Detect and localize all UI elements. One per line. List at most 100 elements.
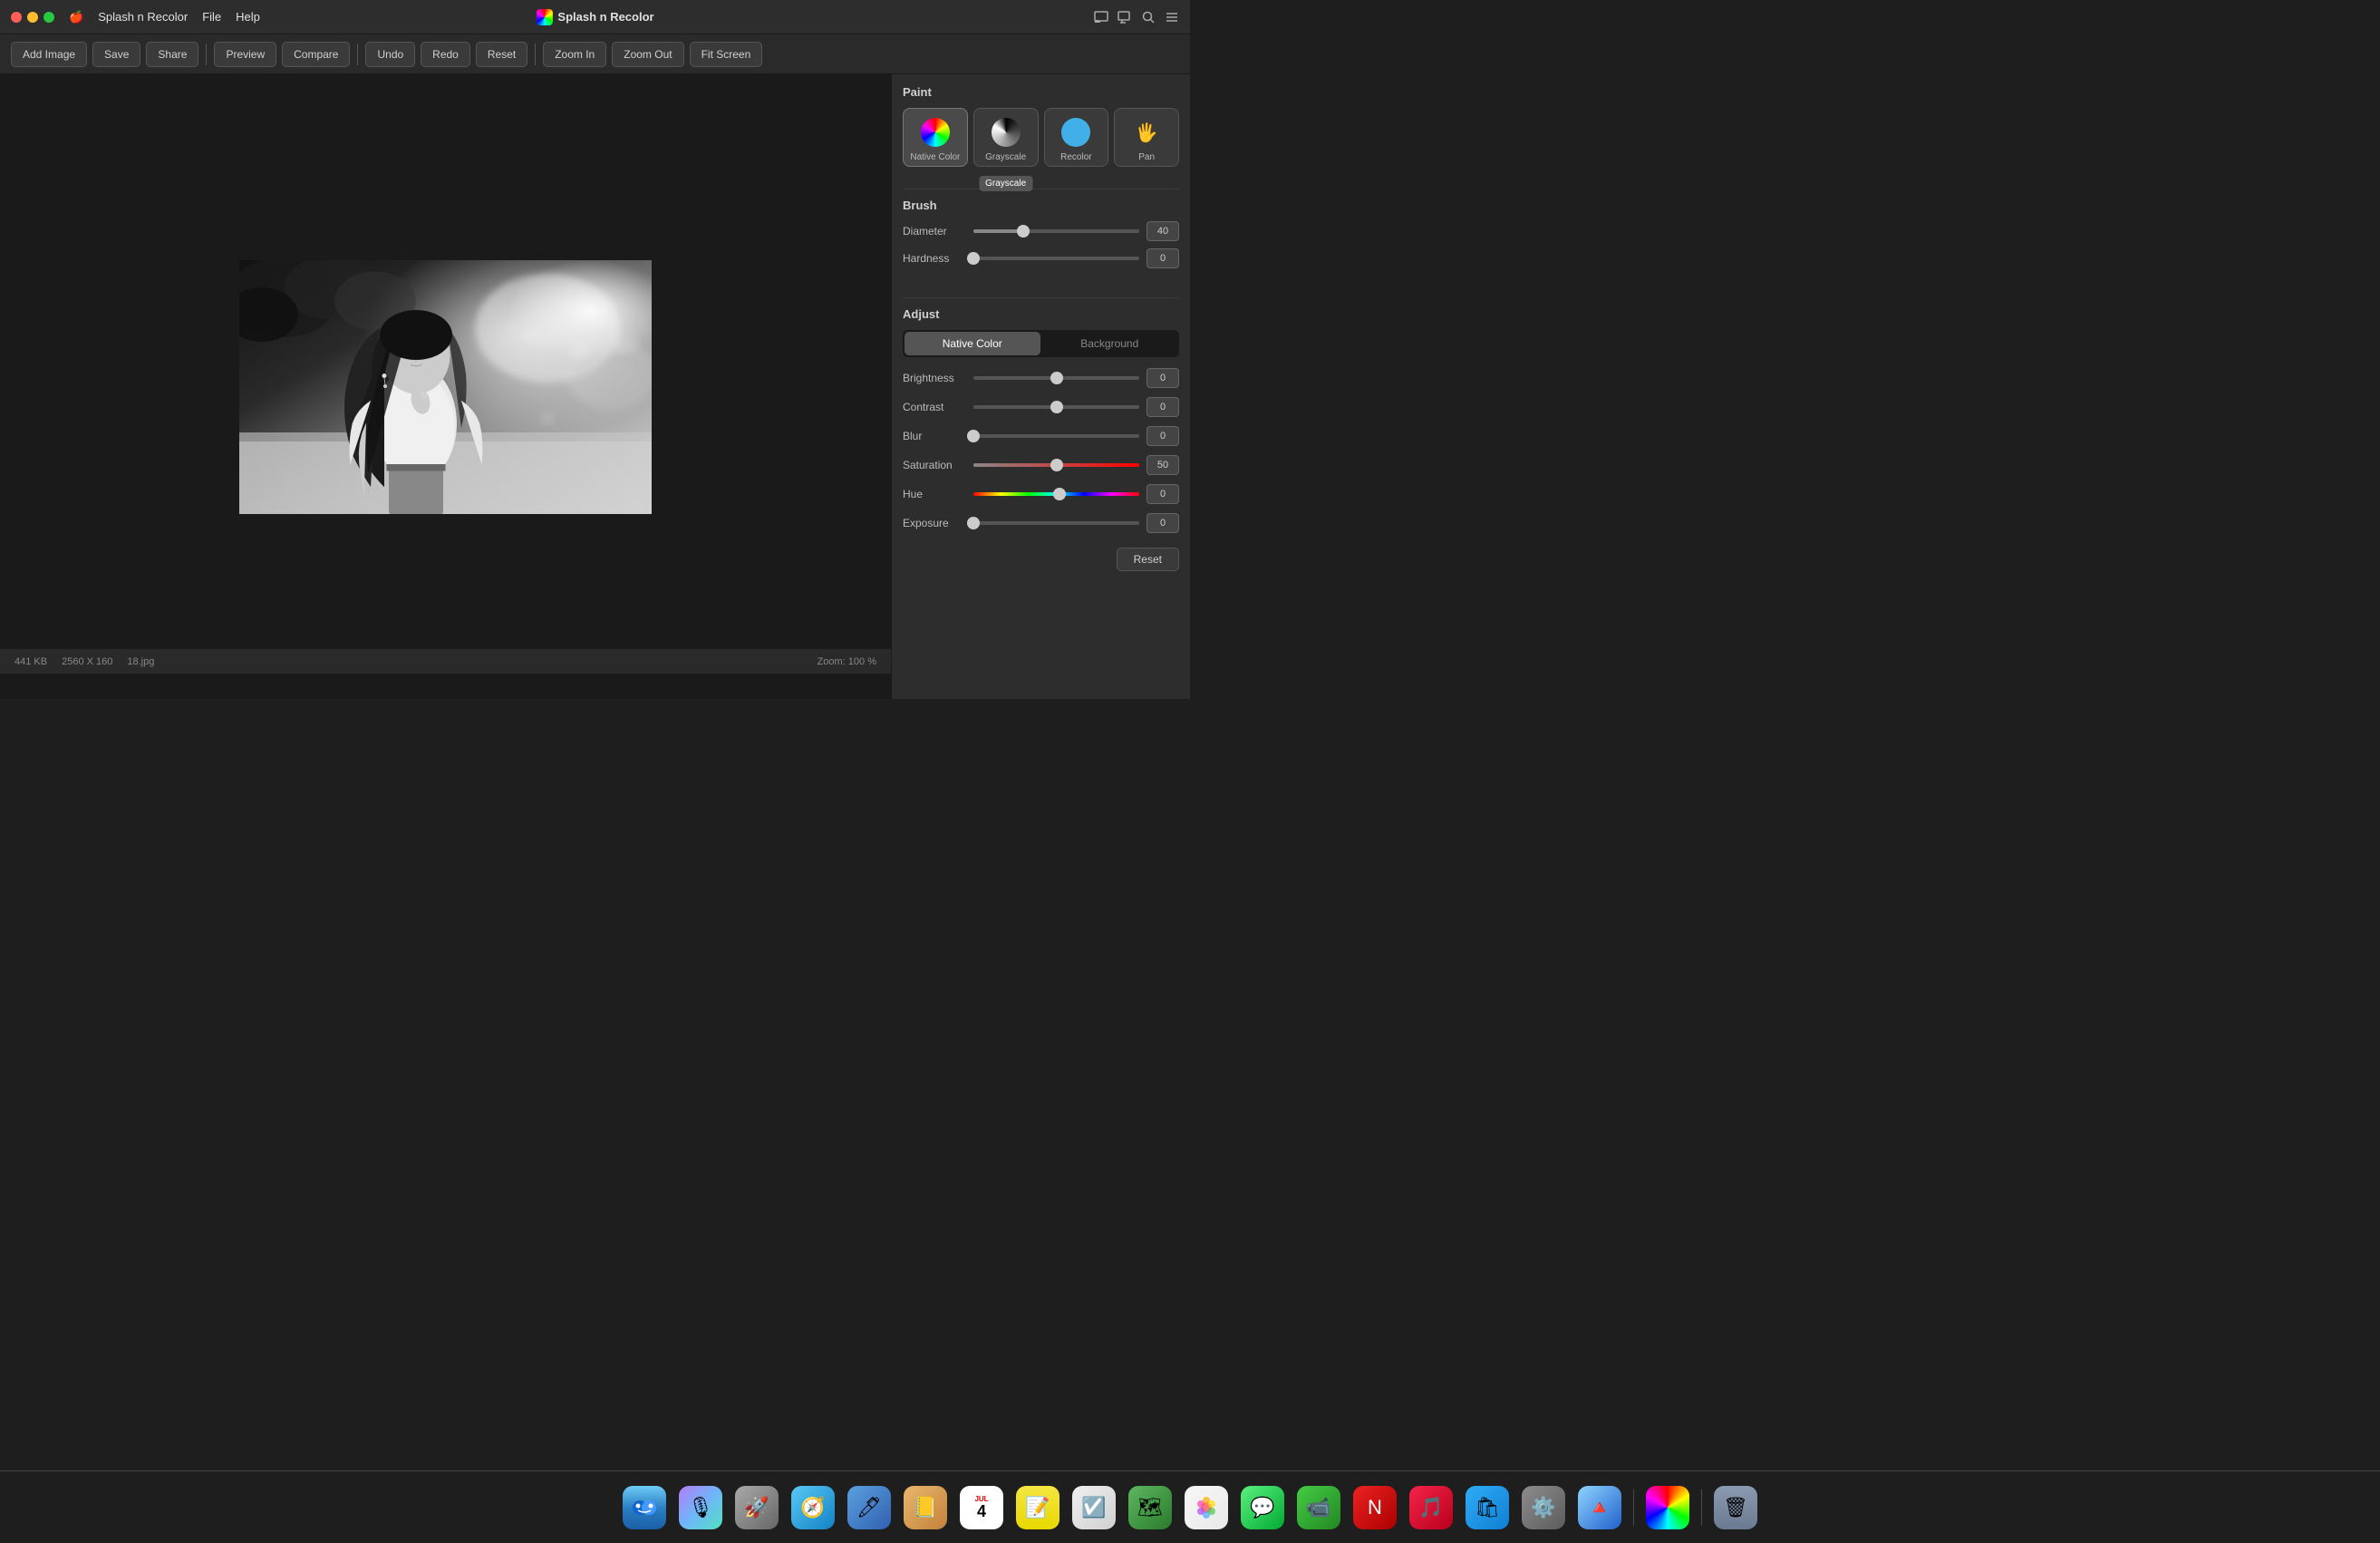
apple-menu[interactable]: 🍎: [69, 10, 83, 24]
app-name-menu[interactable]: Splash n Recolor: [98, 10, 188, 24]
notes-icon: 📝: [1016, 1486, 1059, 1529]
zoom-level: Zoom: 100 %: [818, 656, 876, 667]
pan-tool[interactable]: 🖐 Pan: [1114, 108, 1179, 167]
dock-finder[interactable]: [620, 1483, 669, 1532]
grayscale-tool[interactable]: Grayscale Grayscale: [973, 108, 1039, 167]
list-icon[interactable]: [1165, 10, 1179, 24]
background-toggle[interactable]: Background: [1042, 332, 1178, 355]
saturation-thumb[interactable]: [1050, 459, 1063, 471]
dock-music[interactable]: 🎵: [1407, 1483, 1456, 1532]
fit-screen-button[interactable]: Fit Screen: [690, 42, 763, 67]
contrast-slider[interactable]: [973, 400, 1139, 414]
recolor-icon: [1059, 116, 1092, 149]
diameter-row: Diameter 40: [903, 221, 1179, 241]
siri-icon: 🎙: [679, 1486, 722, 1529]
status-bar: 441 KB 2560 X 160 18.jpg Zoom: 100 %: [0, 648, 891, 674]
dock-pixelmator[interactable]: 🖊: [845, 1483, 894, 1532]
hue-row: Hue 0: [903, 484, 1179, 504]
traffic-lights: [11, 12, 54, 23]
native-color-tool[interactable]: Native Color: [903, 108, 968, 167]
adjust-section-title: Adjust: [903, 307, 1179, 321]
zoom-in-button[interactable]: Zoom In: [543, 42, 606, 67]
file-size: 441 KB: [15, 656, 47, 667]
contrast-thumb[interactable]: [1050, 401, 1063, 413]
recolor-tool[interactable]: Recolor: [1044, 108, 1109, 167]
blur-label: Blur: [903, 430, 966, 442]
dock-maps[interactable]: 🗺: [1126, 1483, 1175, 1532]
divider-2: [903, 297, 1179, 298]
rocket-icon: 🚀: [735, 1486, 779, 1529]
preview-button[interactable]: Preview: [214, 42, 276, 67]
help-menu[interactable]: Help: [236, 10, 260, 24]
dock-splash[interactable]: [1643, 1483, 1692, 1532]
adjust-section: Adjust Native Color Background Brightnes…: [903, 307, 1179, 571]
photo-canvas[interactable]: [239, 260, 652, 514]
dock-calendar[interactable]: JUL 4: [957, 1483, 1006, 1532]
sysprefs-icon: ⚙️: [1522, 1486, 1565, 1529]
dock-appstore[interactable]: 🛍: [1463, 1483, 1512, 1532]
display-icon[interactable]: [1117, 10, 1132, 24]
blur-track: [973, 434, 1139, 438]
exposure-slider[interactable]: [973, 516, 1139, 530]
title-bar: 🍎 Splash n Recolor File Help Splash n Re…: [0, 0, 1190, 34]
native-color-icon: [919, 116, 952, 149]
trash-icon: 🗑: [1714, 1486, 1757, 1529]
saturation-track: [973, 463, 1139, 467]
saturation-slider[interactable]: [973, 458, 1139, 472]
dock-rocket[interactable]: 🚀: [732, 1483, 781, 1532]
hardness-thumb[interactable]: [967, 252, 980, 265]
dock-contacts[interactable]: 📒: [901, 1483, 950, 1532]
dock-safari[interactable]: 🧭: [788, 1483, 837, 1532]
undo-button[interactable]: Undo: [365, 42, 415, 67]
diameter-slider-container: [973, 229, 1139, 233]
status-info: 441 KB 2560 X 160 18.jpg: [15, 656, 154, 667]
diameter-track: [973, 229, 1139, 233]
redo-button[interactable]: Redo: [421, 42, 470, 67]
dock: 🎙 🚀 🧭 🖊 📒 JUL 4 📝 ☑️: [0, 1470, 2380, 1543]
close-button[interactable]: [11, 12, 22, 23]
brightness-slider[interactable]: [973, 371, 1139, 385]
reset-button[interactable]: Reset: [476, 42, 527, 67]
dock-reminders[interactable]: ☑️: [1069, 1483, 1118, 1532]
dock-messages[interactable]: 💬: [1238, 1483, 1287, 1532]
dock-sysprefs[interactable]: ⚙️: [1519, 1483, 1568, 1532]
hardness-value: 0: [1146, 248, 1179, 268]
hue-thumb[interactable]: [1053, 488, 1066, 500]
hue-track: [973, 492, 1139, 496]
canvas-area: 441 KB 2560 X 160 18.jpg Zoom: 100 %: [0, 74, 891, 699]
brightness-thumb[interactable]: [1050, 372, 1063, 384]
maximize-button[interactable]: [44, 12, 54, 23]
minimize-button[interactable]: [27, 12, 38, 23]
grayscale-icon: [990, 116, 1022, 149]
photos-icon: [1185, 1486, 1228, 1529]
file-menu[interactable]: File: [202, 10, 221, 24]
add-image-button[interactable]: Add Image: [11, 42, 87, 67]
cast-icon[interactable]: [1094, 10, 1108, 24]
contrast-value: 0: [1146, 397, 1179, 417]
adjust-reset-button[interactable]: Reset: [1117, 548, 1179, 571]
music-icon: 🎵: [1409, 1486, 1453, 1529]
blur-thumb[interactable]: [967, 430, 980, 442]
dock-altair[interactable]: 🔺: [1575, 1483, 1624, 1532]
compare-button[interactable]: Compare: [282, 42, 350, 67]
dock-notes[interactable]: 📝: [1013, 1483, 1062, 1532]
window-title: Splash n Recolor: [536, 9, 653, 25]
save-button[interactable]: Save: [92, 42, 140, 67]
dock-facetime[interactable]: 📹: [1294, 1483, 1343, 1532]
dock-news[interactable]: N: [1350, 1483, 1399, 1532]
contacts-icon: 📒: [904, 1486, 947, 1529]
blur-slider[interactable]: [973, 429, 1139, 443]
hue-slider[interactable]: [973, 487, 1139, 501]
zoom-out-button[interactable]: Zoom Out: [612, 42, 683, 67]
exposure-thumb[interactable]: [967, 517, 980, 529]
search-icon[interactable]: [1141, 10, 1156, 24]
toolbar: Add Image Save Share Preview Compare Und…: [0, 34, 1190, 74]
dock-trash[interactable]: 🗑: [1711, 1483, 1760, 1532]
dock-siri[interactable]: 🎙: [676, 1483, 725, 1532]
recolor-label: Recolor: [1060, 152, 1091, 162]
native-color-toggle[interactable]: Native Color: [905, 332, 1040, 355]
dock-photos[interactable]: [1182, 1483, 1231, 1532]
brush-section-title: Brush: [903, 199, 1179, 212]
share-button[interactable]: Share: [146, 42, 198, 67]
diameter-thumb[interactable]: [1017, 225, 1030, 238]
